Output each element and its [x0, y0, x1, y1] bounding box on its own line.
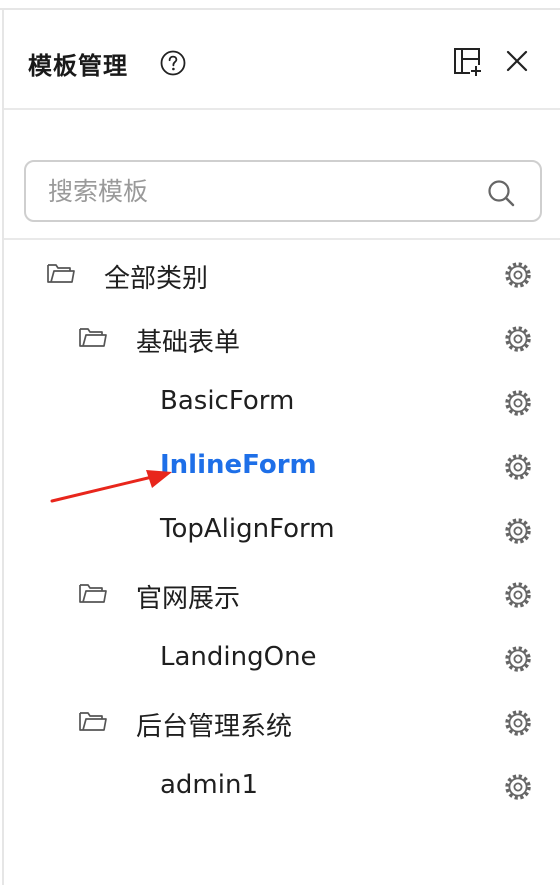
folder-icon — [79, 584, 107, 603]
tree-item-label: 后台管理系统 — [136, 712, 293, 742]
top-border — [0, 0, 560, 10]
panel-title: 模板管理 — [28, 52, 128, 80]
panel-header: 模板管理 — [4, 12, 560, 110]
tree-template-basicform[interactable]: BasicForm — [4, 372, 560, 436]
tree-item-label: 官网展示 — [136, 584, 241, 614]
tree-folder-basic-form[interactable]: 基础表单 — [4, 308, 560, 372]
search-input[interactable] — [48, 172, 468, 210]
gear-icon[interactable] — [504, 517, 532, 545]
tree-item-label: BasicForm — [160, 386, 295, 416]
gear-icon[interactable] — [504, 389, 532, 417]
tree-item-label: 基础表单 — [136, 328, 241, 358]
annotation-arrow-icon — [50, 470, 172, 503]
folder-icon — [79, 712, 107, 731]
gear-icon[interactable] — [504, 709, 532, 737]
tree-folder-admin-system[interactable]: 后台管理系统 — [4, 692, 560, 756]
folder-icon — [47, 264, 75, 283]
tree-folder-all[interactable]: 全部类别 — [4, 244, 560, 308]
gear-icon[interactable] — [504, 453, 532, 481]
tree-item-label: admin1 — [160, 770, 259, 800]
help-circle-icon[interactable] — [160, 50, 186, 76]
tree-template-admin1[interactable]: admin1 — [4, 756, 560, 820]
tree-item-label: LandingOne — [160, 642, 317, 672]
search-icon[interactable] — [486, 178, 516, 208]
gear-icon[interactable] — [504, 773, 532, 801]
gear-icon[interactable] — [504, 581, 532, 609]
close-icon[interactable] — [504, 48, 530, 74]
layout-add-icon[interactable] — [452, 46, 484, 78]
gear-icon[interactable] — [504, 261, 532, 289]
tree-divider — [4, 238, 560, 240]
gear-icon[interactable] — [504, 645, 532, 673]
tree-template-landingone[interactable]: LandingOne — [4, 628, 560, 692]
tree-item-label: 全部类别 — [104, 264, 209, 294]
tree-folder-website[interactable]: 官网展示 — [4, 564, 560, 628]
search-box — [24, 160, 542, 222]
gear-icon[interactable] — [504, 325, 532, 353]
folder-icon — [79, 328, 107, 347]
tree-item-label: TopAlignForm — [160, 514, 335, 544]
